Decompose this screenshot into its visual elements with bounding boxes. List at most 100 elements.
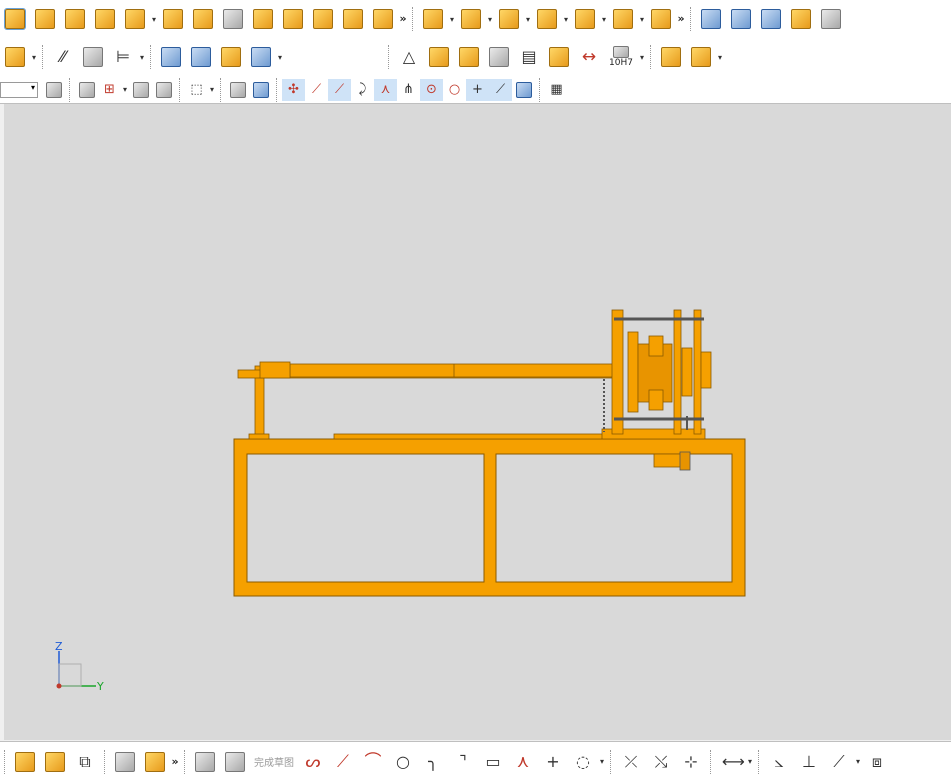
graphics-window[interactable]: Z Y (0, 104, 951, 740)
show-constraints-dropdown[interactable]: ▾ (854, 757, 862, 766)
show-constraints-icon[interactable]: ⟋ (824, 747, 854, 777)
extend-icon[interactable]: ⤯ (646, 747, 676, 777)
bounded-grid-icon[interactable] (512, 79, 535, 101)
abc-annotation-dropdown[interactable]: ▾ (30, 53, 38, 62)
section-curve-icon[interactable] (78, 42, 108, 72)
point-on-curve-icon[interactable]: ○ (443, 79, 466, 101)
snap-point-icon[interactable]: ✣ (282, 78, 305, 101)
select-point-icon[interactable] (152, 79, 175, 101)
select-curve-icon[interactable] (129, 79, 152, 101)
rectangle-select-icon[interactable]: ⬚ (185, 79, 208, 101)
toolbar-overflow-icon[interactable]: » (398, 13, 408, 24)
select-feature-icon[interactable]: ⊞ (98, 79, 121, 101)
spring-icon[interactable] (186, 42, 216, 72)
shell-icon[interactable] (90, 4, 120, 34)
control-point-icon[interactable]: ⤸ (351, 79, 374, 101)
fillet-curve-icon[interactable]: ╮ (418, 747, 448, 777)
bearing-icon[interactable] (216, 42, 246, 72)
cylinder-icon[interactable] (278, 4, 308, 34)
arc-icon[interactable]: ⌒ (358, 747, 388, 777)
triangle-icon[interactable]: △ (394, 42, 424, 72)
trim-icon[interactable]: ⤫ (616, 747, 646, 777)
profile-icon[interactable]: ᔕ (298, 747, 328, 777)
quadrant-icon[interactable]: ⊙ (420, 78, 443, 101)
tangent-icon[interactable]: + (466, 78, 489, 101)
endpoint-icon[interactable]: ⟋ (305, 79, 328, 101)
grid-icon[interactable] (454, 42, 484, 72)
part-list-icon[interactable] (484, 42, 514, 72)
gear-icon[interactable] (156, 42, 186, 72)
geometric-constraint-icon[interactable]: ⦣ (764, 747, 794, 777)
make-corner-icon[interactable]: ⊹ (676, 747, 706, 777)
extrude-icon[interactable] (30, 4, 60, 34)
mesh-select-icon[interactable]: ▦ (545, 79, 568, 101)
main-shaft[interactable] (237, 361, 617, 379)
flag-note-icon[interactable]: ⊨ (108, 42, 138, 72)
clearance-icon[interactable] (686, 42, 716, 72)
selection-filter-icon[interactable] (42, 79, 65, 101)
offset-curve-icon[interactable]: ◌ (568, 747, 598, 777)
replace-icon[interactable] (532, 4, 562, 34)
mirror-curve-dropdown[interactable]: ▾ (746, 757, 754, 766)
line-icon[interactable]: ⟋ (328, 747, 358, 777)
block-icon[interactable] (158, 4, 188, 34)
midpoint-icon[interactable]: ⟋ (328, 78, 351, 101)
parts-icon[interactable] (40, 747, 70, 777)
harness-dropdown[interactable]: ▾ (276, 53, 284, 62)
sketch-finish-icon[interactable] (190, 747, 220, 777)
rectangle-select-dropdown[interactable]: ▾ (208, 85, 216, 94)
mirror-assembly-icon[interactable] (570, 4, 600, 34)
circle-icon[interactable]: ○ (388, 747, 418, 777)
point-on-face-icon[interactable]: ⟋ (489, 78, 512, 101)
chamfer-curve-icon[interactable]: ⌝ (448, 747, 478, 777)
exploded-view-icon[interactable] (608, 4, 638, 34)
assembly-check-icon[interactable] (656, 42, 686, 72)
remove-icon[interactable] (494, 4, 524, 34)
mirror-curve-icon[interactable]: ⟷ (716, 747, 746, 777)
add-component-dropdown[interactable]: ▾ (448, 15, 456, 24)
section-view-icon[interactable] (226, 79, 249, 101)
toolbar-overflow-icon[interactable]: » (676, 13, 686, 24)
link-icon[interactable] (140, 747, 170, 777)
add-component-icon[interactable] (418, 4, 448, 34)
finish-sketch-flag-icon[interactable] (220, 747, 250, 777)
constraint-browser-icon[interactable]: ⧉ (70, 747, 100, 777)
motor[interactable] (653, 451, 691, 471)
ruled-surface-icon[interactable] (696, 4, 726, 34)
finish-sketch-label[interactable]: 完成草图 (254, 754, 294, 769)
offset-curve-dropdown[interactable]: ▾ (598, 757, 606, 766)
studio-surface-icon[interactable] (786, 4, 816, 34)
trim-body-icon[interactable] (338, 4, 368, 34)
clearance-dropdown[interactable]: ▾ (716, 53, 724, 62)
dimension-icon[interactable]: ↔ (574, 42, 604, 72)
toolbar-overflow-icon[interactable]: » (170, 756, 180, 767)
remove-dropdown[interactable]: ▾ (524, 15, 532, 24)
sweep-icon[interactable] (188, 4, 218, 34)
sketch-icon[interactable] (0, 4, 30, 34)
boolean-icon[interactable] (218, 4, 248, 34)
intersection-icon[interactable]: ⋏ (374, 78, 397, 101)
harness-icon[interactable] (246, 42, 276, 72)
arc-center-icon[interactable]: ⋔ (397, 79, 420, 101)
fit-dropdown[interactable]: ▾ (638, 53, 646, 62)
dimension-constraint-icon[interactable]: ⊥ (794, 747, 824, 777)
wave-geometry-icon[interactable] (646, 4, 676, 34)
offset-face-icon[interactable] (308, 4, 338, 34)
mirror-assembly-dropdown[interactable]: ▾ (600, 15, 608, 24)
swept-surface-icon[interactable] (756, 4, 786, 34)
sketch-point-dropdown[interactable]: ▾ (150, 15, 158, 24)
model-tree-icon[interactable] (110, 747, 140, 777)
rectangle-icon[interactable]: ▭ (478, 747, 508, 777)
constraint-icon[interactable] (456, 4, 486, 34)
flag-note-dropdown[interactable]: ▾ (138, 53, 146, 62)
view-sketch-icon[interactable]: ⧈ (862, 747, 892, 777)
fillet-icon[interactable] (248, 4, 278, 34)
polygon-icon[interactable]: ⋏ (508, 747, 538, 777)
wrap-icon[interactable] (816, 4, 846, 34)
exploded-view-dropdown[interactable]: ▾ (638, 15, 646, 24)
constraint-dropdown[interactable]: ▾ (486, 15, 494, 24)
selection-filter-combo[interactable]: ▾ (0, 81, 38, 98)
select-feature-dropdown[interactable]: ▾ (121, 85, 129, 94)
point-icon[interactable]: + (538, 747, 568, 777)
section-line-icon[interactable]: ⁄⁄ (48, 42, 78, 72)
